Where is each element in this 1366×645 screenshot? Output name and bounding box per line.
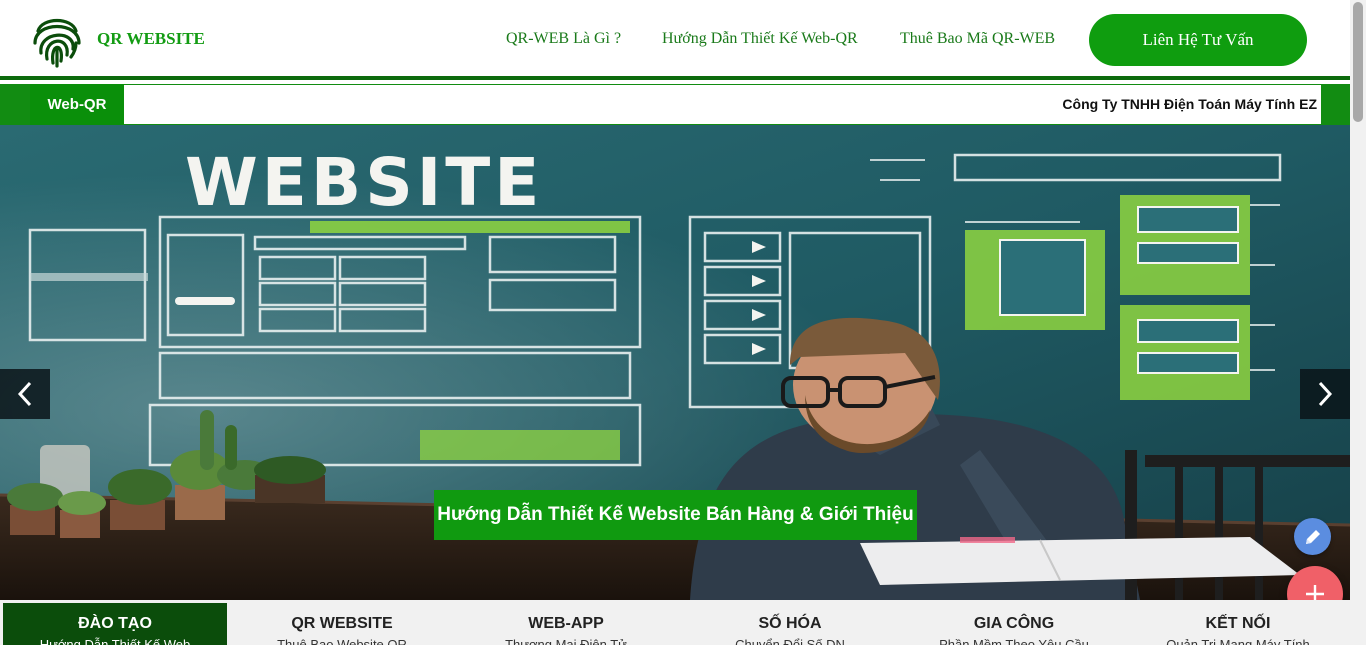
tab-subtitle: Thuê Bao Website QR (277, 637, 407, 645)
tab-subtitle: Phần Mềm Theo Yêu Cầu (939, 637, 1089, 645)
fingerprint-icon[interactable] (30, 9, 84, 69)
site-header: QR WEBSITE QR-WEB Là Gì ? Hướng Dẫn Thiế… (0, 0, 1350, 80)
brand-name[interactable]: QR WEBSITE (97, 29, 205, 49)
tab-title: QR WEBSITE (291, 615, 393, 632)
chevron-left-icon (17, 381, 32, 407)
ticker-label: Web-QR (30, 84, 124, 125)
tab-dao-tao[interactable]: ĐÀO TẠO Hướng Dẫn Thiết Kế Web (3, 603, 227, 645)
tab-qr-website[interactable]: QR WEBSITE Thuê Bao Website QR (230, 603, 454, 645)
tab-title: WEB-APP (528, 615, 604, 632)
chevron-right-icon (1318, 381, 1333, 407)
slider-prev-button[interactable] (0, 369, 50, 419)
tab-title: SỐ HÓA (758, 615, 822, 632)
nav-qr-web-la-gi[interactable]: QR-WEB Là Gì ? (506, 30, 621, 48)
tab-subtitle: Thương Mại Điện Tử (505, 637, 627, 645)
board-title: WEBSITE (185, 144, 543, 221)
scrollbar-thumb[interactable] (1353, 2, 1363, 122)
tab-ket-noi[interactable]: KẾT NỐI Quản Trị Mạng Máy Tính (1126, 603, 1350, 645)
tab-title: ĐÀO TẠO (78, 615, 152, 632)
tab-subtitle: Quản Trị Mạng Máy Tính (1166, 637, 1310, 645)
tab-web-app[interactable]: WEB-APP Thương Mại Điện Tử (454, 603, 678, 645)
edit-button[interactable] (1294, 518, 1331, 555)
contact-button[interactable]: Liên Hệ Tư Vấn (1089, 14, 1307, 66)
tab-subtitle: Chuyển Đổi Số DN (735, 637, 845, 645)
news-ticker: Web-QR Công Ty TNHH Điện Toán Máy Tính E… (0, 84, 1350, 125)
page-scrollbar[interactable] (1350, 0, 1366, 645)
slider-next-button[interactable] (1300, 369, 1350, 419)
slide-caption[interactable]: Hướng Dẫn Thiết Kế Website Bán Hàng & Gi… (434, 490, 917, 540)
tab-title: KẾT NỐI (1205, 615, 1271, 632)
ticker-track: Công Ty TNHH Điện Toán Máy Tính EZ (124, 85, 1321, 124)
tab-gia-cong[interactable]: GIA CÔNG Phần Mềm Theo Yêu Cầu (902, 603, 1126, 645)
tab-title: GIA CÔNG (973, 615, 1055, 632)
pencil-icon (1305, 529, 1320, 544)
nav-huong-dan-thiet-ke[interactable]: Hướng Dẫn Thiết Kế Web-QR (662, 30, 858, 48)
nav-thue-bao[interactable]: Thuê Bao Mã QR-WEB (900, 30, 1055, 48)
tab-so-hoa[interactable]: SỐ HÓA Chuyển Đổi Số DN (678, 603, 902, 645)
ticker-text[interactable]: Công Ty TNHH Điện Toán Máy Tính EZ (1062, 96, 1317, 112)
hero-slider: WEBSITE Hướng Dẫn Thiết Kế Website Bán H… (0, 125, 1350, 600)
tab-subtitle: Hướng Dẫn Thiết Kế Web (39, 637, 191, 645)
service-tabs: ĐÀO TẠO Hướng Dẫn Thiết Kế Web QR WEBSIT… (0, 600, 1350, 645)
